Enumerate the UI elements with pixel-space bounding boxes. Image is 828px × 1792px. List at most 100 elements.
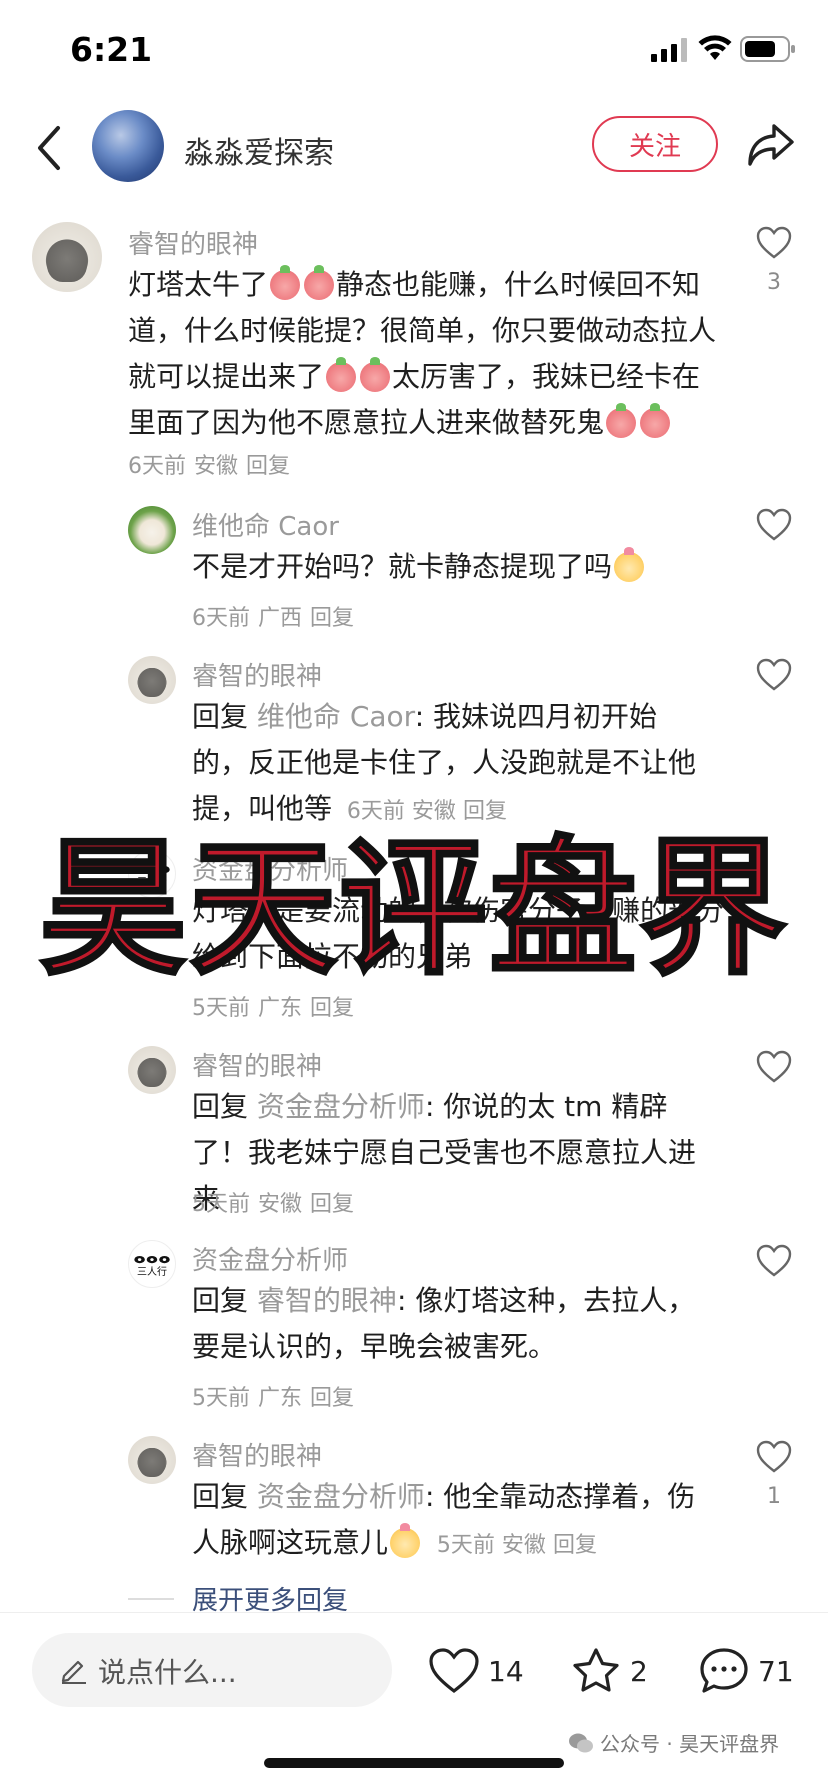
comment-author[interactable]: 睿智的眼神 [192, 656, 322, 693]
comment-region: 安徽 [411, 799, 456, 824]
comment-time: 6天前 [192, 606, 250, 631]
reply-word: 回复 [192, 700, 249, 733]
comment-button[interactable]: 71 [698, 1643, 794, 1699]
comment-region: 安徽 [194, 454, 239, 479]
reply-target[interactable]: 资金盘分析师 [257, 1480, 425, 1513]
comment-region: 广西 [258, 606, 303, 631]
favorite-button[interactable]: 2 [570, 1643, 648, 1699]
comment-region: 广东 [258, 996, 303, 1021]
back-icon[interactable] [32, 122, 68, 174]
emoji-icon [360, 357, 391, 392]
comment-time: 6天前 [128, 454, 186, 479]
heart-icon [429, 1648, 479, 1694]
comment-icon [700, 1648, 748, 1693]
comment-meta: 6天前 广西 回复 [192, 600, 362, 632]
signal-icon [651, 38, 687, 62]
logo-glyph: ⴰⴰⴰ [133, 1247, 171, 1268]
emoji-icon [640, 403, 671, 438]
comment-region: 安徽 [258, 1192, 303, 1217]
comment-time: 5天前 [436, 1533, 495, 1558]
comment-region: 安徽 [501, 1533, 546, 1558]
like-count: 14 [488, 1654, 524, 1688]
share-icon[interactable] [746, 122, 796, 168]
status-time: 6:21 [70, 30, 153, 69]
heart-icon[interactable] [756, 226, 792, 260]
avatar[interactable] [128, 1046, 176, 1094]
comment-author[interactable]: 睿智的眼神 [192, 1436, 322, 1473]
heart-icon[interactable] [756, 1440, 792, 1474]
comment-author[interactable]: 资金盘分析师 [192, 850, 348, 887]
logo-glyph: ⴰⴰⴰ [133, 857, 171, 878]
comment-time: 5天前 [192, 1192, 250, 1217]
emoji-icon [606, 403, 637, 438]
emoji-icon [270, 265, 301, 300]
wifi-icon [698, 35, 732, 60]
comment-author[interactable]: 资金盘分析师 [192, 1240, 348, 1277]
logo-text: 三人行 [137, 1267, 167, 1278]
comment-input[interactable]: 说点什么... [32, 1633, 392, 1707]
reply-link[interactable]: 回复 [246, 454, 290, 479]
emoji-icon [304, 265, 335, 300]
reply-link[interactable]: 回复 [310, 1192, 354, 1217]
author-name[interactable]: 淼淼爱探索 [184, 128, 334, 172]
comment-region: 广东 [258, 1386, 303, 1411]
star-icon [573, 1648, 619, 1692]
status-bar: 6:21 [0, 0, 828, 96]
home-indicator[interactable] [264, 1758, 564, 1768]
reply-target[interactable]: 资金盘分析师 [257, 1090, 425, 1123]
comment-author[interactable]: 睿智的眼神 [128, 224, 258, 261]
comment-text: 回复 睿智的眼神: 像灯塔这种，去拉人，要是认识的，早晚会被害死。 [192, 1278, 712, 1370]
comment-meta: 5天前 广东 回复 [192, 1380, 362, 1412]
footer-watermark-text: 公众号 · 昊天评盘界 [600, 1732, 780, 1756]
reply-word: 回复 [192, 1480, 249, 1513]
emoji-icon [326, 357, 357, 392]
reply-word: 回复 [192, 1090, 249, 1123]
avatar[interactable] [128, 1436, 176, 1484]
heart-icon[interactable] [756, 1050, 792, 1084]
comment-count: 71 [758, 1654, 794, 1688]
reply-word: 回复 [192, 1284, 249, 1317]
like-count: 1 [767, 1484, 781, 1509]
like-button[interactable]: 14 [428, 1643, 524, 1699]
comment-meta: 5天前 安徽 回复 [437, 1533, 597, 1558]
comment-time: 6天前 [346, 799, 405, 824]
comment-author[interactable]: 维他命 Caor [192, 506, 339, 543]
logo-text: 三人行 [137, 877, 167, 888]
reply-target[interactable]: 维他命 Caor [257, 700, 415, 733]
comment-time: 5天前 [192, 1386, 250, 1411]
comment-meta: 5天前 安徽 回复 [192, 1186, 362, 1218]
follow-button[interactable]: 关注 [592, 116, 718, 172]
comment-text: 回复 维他命 Caor: 我妹说四月初开始的，反正他是卡住了，人没跑就是不让他提… [192, 694, 712, 835]
reply-link[interactable]: 回复 [553, 1533, 597, 1558]
reply-link[interactable]: 回复 [463, 799, 507, 824]
reply-link[interactable]: 回复 [310, 996, 354, 1021]
heart-icon[interactable] [756, 1244, 792, 1278]
post-header: 淼淼爱探索 关注 [0, 100, 828, 200]
reply-target[interactable]: 睿智的眼神 [257, 1284, 397, 1317]
avatar[interactable] [128, 656, 176, 704]
like-count: 3 [767, 270, 781, 295]
emoji-icon [614, 547, 645, 582]
comment-text-part: 不是才开始吗？就卡静态提现了吗 [192, 550, 613, 583]
avatar[interactable] [128, 506, 176, 554]
author-avatar[interactable] [92, 110, 164, 182]
divider [128, 1598, 174, 1600]
reply-link[interactable]: 回复 [310, 1386, 354, 1411]
avatar[interactable]: ⴰⴰⴰ 三人行 [128, 850, 176, 898]
pencil-icon [61, 1660, 86, 1684]
comment-time: 5天前 [192, 996, 250, 1021]
comment-meta: 5天前 广东 回复 [192, 990, 362, 1022]
heart-icon[interactable] [756, 658, 792, 692]
comment-author[interactable]: 睿智的眼神 [192, 1046, 322, 1083]
comment-text: 灯塔太牛了 静态也能赚，什么时候回不知道，什么时候能提？很简单，你只要做动态拉人就… [128, 262, 728, 446]
comment-meta: 6天前 安徽 回复 [347, 799, 507, 824]
reply-link[interactable]: 回复 [310, 606, 354, 631]
avatar[interactable] [32, 222, 102, 292]
heart-icon[interactable] [756, 508, 792, 542]
wechat-icon [569, 1733, 593, 1752]
battery-icon [740, 36, 795, 62]
footer-watermark: 公众号 · 昊天评盘界 [568, 1728, 779, 1757]
comment-meta: 6天前 安徽 回复 [128, 448, 298, 480]
avatar[interactable]: ⴰⴰⴰ 三人行 [128, 1240, 176, 1288]
comment-text-part: 灯塔太牛了 [128, 268, 269, 301]
